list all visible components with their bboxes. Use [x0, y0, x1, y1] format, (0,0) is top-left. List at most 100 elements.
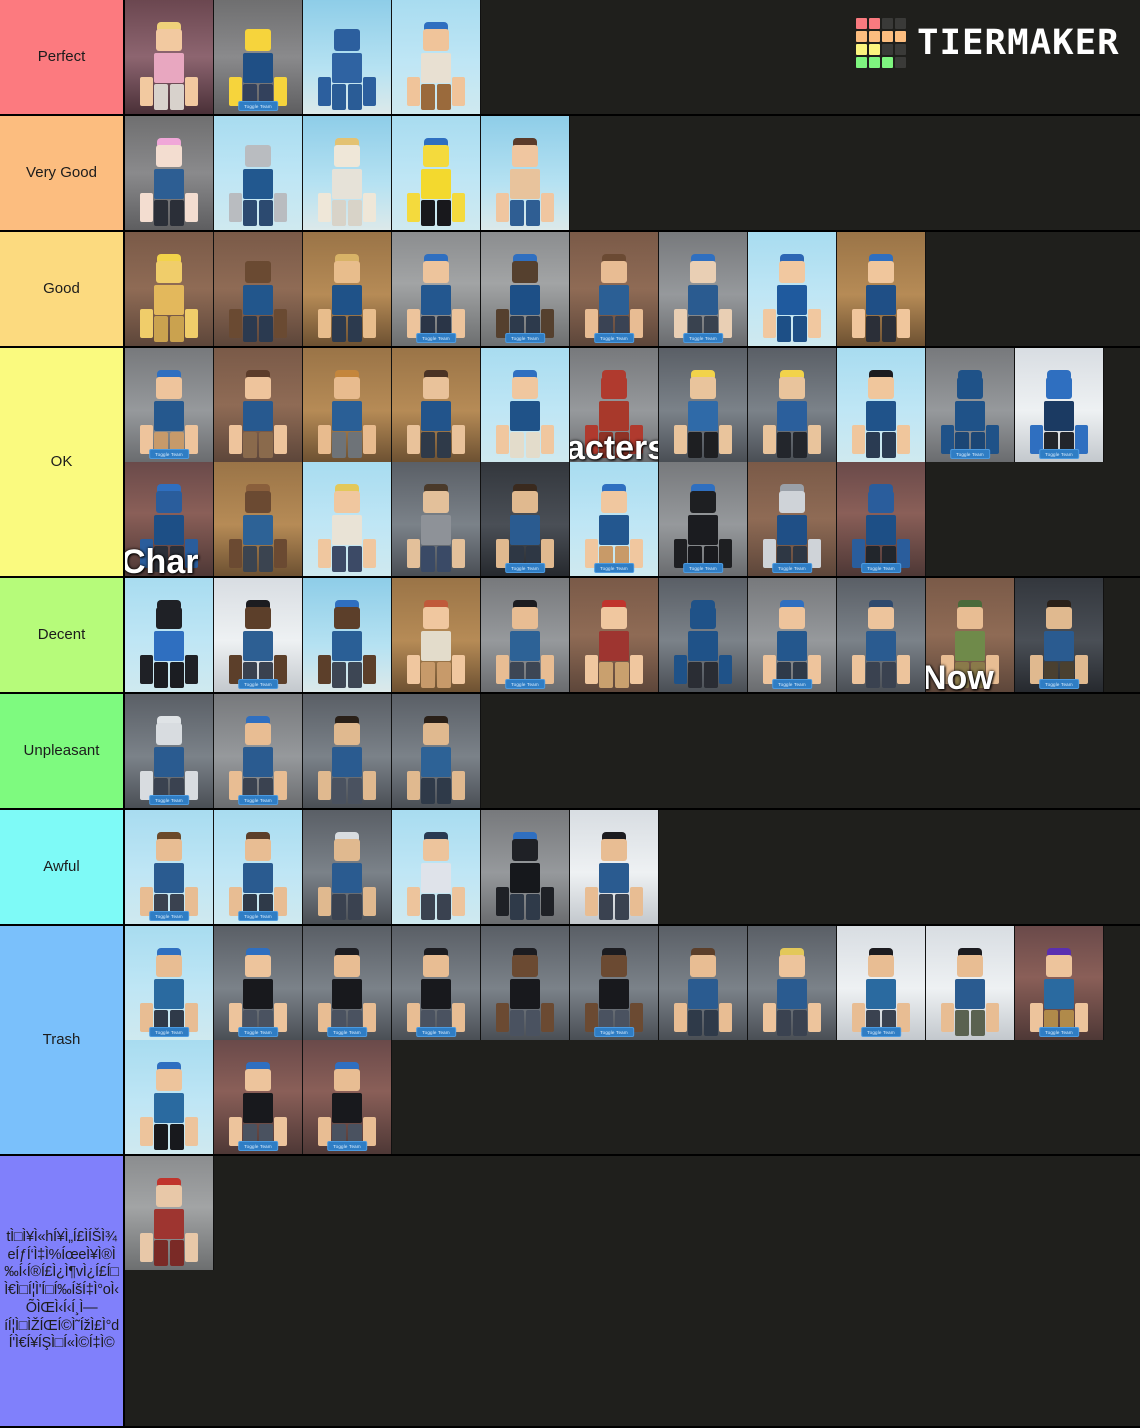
toggle-team-button[interactable]: Toggle Team	[149, 795, 189, 805]
toggle-team-button[interactable]: Toggle Team	[861, 563, 901, 573]
toggle-team-button[interactable]: Toggle Team	[594, 563, 634, 573]
tier-item-thumbnail[interactable]: Toggle Team	[1015, 348, 1104, 462]
toggle-team-button[interactable]: Toggle Team	[1039, 449, 1079, 459]
tier-item-thumbnail[interactable]: Toggle Team	[837, 926, 926, 1040]
toggle-team-button[interactable]: Toggle Team	[238, 679, 278, 689]
tier-item-thumbnail[interactable]: Char	[125, 462, 214, 576]
tier-item-thumbnail[interactable]	[392, 578, 481, 692]
toggle-team-button[interactable]: Toggle Team	[505, 333, 545, 343]
tier-item-thumbnail[interactable]	[392, 694, 481, 808]
tier-item-thumbnail[interactable]: Toggle Team	[214, 0, 303, 114]
tier-item-thumbnail[interactable]: Toggle Team	[303, 1040, 392, 1154]
toggle-team-button[interactable]: Toggle Team	[149, 1027, 189, 1037]
tier-item-thumbnail[interactable]: Toggle Team	[125, 694, 214, 808]
tier-item-thumbnail[interactable]	[303, 462, 392, 576]
tier-item-thumbnail[interactable]	[303, 578, 392, 692]
toggle-team-button[interactable]: Toggle Team	[327, 1027, 367, 1037]
tier-item-thumbnail[interactable]	[481, 810, 570, 924]
tier-item-thumbnail[interactable]	[748, 348, 837, 462]
tier-item-thumbnail[interactable]: Toggle Team	[214, 810, 303, 924]
tier-item-thumbnail[interactable]	[659, 348, 748, 462]
tier-item-thumbnail[interactable]	[926, 926, 1015, 1040]
tier-item-thumbnail[interactable]	[837, 578, 926, 692]
tier-item-thumbnail[interactable]	[392, 462, 481, 576]
tier-item-thumbnail[interactable]	[748, 926, 837, 1040]
tier-label-unpleasant[interactable]: Unpleasant	[0, 694, 125, 808]
toggle-team-button[interactable]: Toggle Team	[238, 101, 278, 111]
toggle-team-button[interactable]: Toggle Team	[594, 333, 634, 343]
tier-item-thumbnail[interactable]	[125, 578, 214, 692]
toggle-team-button[interactable]: Toggle Team	[1039, 1027, 1079, 1037]
tier-item-thumbnail[interactable]: Toggle Team	[481, 232, 570, 346]
tier-item-thumbnail[interactable]: Toggle Team	[392, 926, 481, 1040]
toggle-team-button[interactable]: Toggle Team	[772, 679, 812, 689]
tier-label-very-good[interactable]: Very Good	[0, 116, 125, 230]
toggle-team-button[interactable]: Toggle Team	[327, 1141, 367, 1151]
tier-item-thumbnail[interactable]	[125, 1040, 214, 1154]
tier-item-thumbnail[interactable]	[392, 0, 481, 114]
tier-item-thumbnail[interactable]: Toggle Team	[659, 232, 748, 346]
tier-item-thumbnail[interactable]	[837, 232, 926, 346]
tier-item-thumbnail[interactable]: Toggle Team	[481, 462, 570, 576]
tier-label-perfect[interactable]: Perfect	[0, 0, 125, 114]
tier-item-thumbnail[interactable]: Toggle Team	[392, 232, 481, 346]
tier-item-thumbnail[interactable]	[303, 116, 392, 230]
tier-item-thumbnail[interactable]	[659, 926, 748, 1040]
tier-item-thumbnail[interactable]: Toggle Team	[570, 926, 659, 1040]
toggle-team-button[interactable]: Toggle Team	[505, 563, 545, 573]
toggle-team-button[interactable]: Toggle Team	[594, 1027, 634, 1037]
tier-item-thumbnail[interactable]	[392, 116, 481, 230]
toggle-team-button[interactable]: Toggle Team	[238, 1141, 278, 1151]
tier-item-thumbnail[interactable]	[303, 232, 392, 346]
toggle-team-button[interactable]: Toggle Team	[149, 449, 189, 459]
tier-item-thumbnail[interactable]: Now	[926, 578, 1015, 692]
toggle-team-button[interactable]: Toggle Team	[505, 679, 545, 689]
toggle-team-button[interactable]: Toggle Team	[683, 333, 723, 343]
toggle-team-button[interactable]: Toggle Team	[950, 449, 990, 459]
tier-item-thumbnail[interactable]: Toggle Team	[570, 462, 659, 576]
tier-label-custom[interactable]: tÌ□Ì¥Ì«hÍ¥Ì„Í£ÌÍŠÌ¾eÍƒÍ‘Ì‡Ì%ÍœeÌ¥Ì®Ì‰Í‹Í…	[0, 1156, 125, 1426]
tier-item-thumbnail[interactable]: Toggle Team	[1015, 578, 1104, 692]
tier-item-thumbnail[interactable]	[392, 810, 481, 924]
toggle-team-button[interactable]: Toggle Team	[416, 1027, 456, 1037]
tier-label-ok[interactable]: OK	[0, 348, 125, 576]
tier-item-thumbnail[interactable]	[303, 348, 392, 462]
tier-item-thumbnail[interactable]	[214, 232, 303, 346]
tier-item-thumbnail[interactable]: acters	[570, 348, 659, 462]
toggle-team-button[interactable]: Toggle Team	[772, 563, 812, 573]
tier-item-thumbnail[interactable]	[570, 810, 659, 924]
tier-item-thumbnail[interactable]: Toggle Team	[481, 578, 570, 692]
toggle-team-button[interactable]: Toggle Team	[238, 1027, 278, 1037]
tier-item-thumbnail[interactable]: Toggle Team	[214, 1040, 303, 1154]
tier-item-thumbnail[interactable]	[214, 348, 303, 462]
tier-item-thumbnail[interactable]: Toggle Team	[926, 348, 1015, 462]
tier-item-thumbnail[interactable]: Toggle Team	[1015, 926, 1104, 1040]
tier-label-trash[interactable]: Trash	[0, 926, 125, 1154]
toggle-team-button[interactable]: Toggle Team	[683, 563, 723, 573]
tier-item-thumbnail[interactable]	[481, 348, 570, 462]
tier-item-thumbnail[interactable]	[125, 232, 214, 346]
tier-item-thumbnail[interactable]: Toggle Team	[125, 810, 214, 924]
toggle-team-button[interactable]: Toggle Team	[1039, 679, 1079, 689]
tier-item-thumbnail[interactable]	[214, 116, 303, 230]
tier-item-thumbnail[interactable]	[125, 116, 214, 230]
tier-item-thumbnail[interactable]: Toggle Team	[837, 462, 926, 576]
tier-item-thumbnail[interactable]	[125, 1156, 214, 1270]
tier-item-thumbnail[interactable]: Toggle Team	[748, 462, 837, 576]
tier-item-thumbnail[interactable]	[481, 926, 570, 1040]
tier-item-thumbnail[interactable]	[481, 116, 570, 230]
toggle-team-button[interactable]: Toggle Team	[416, 333, 456, 343]
tier-item-thumbnail[interactable]	[303, 810, 392, 924]
tier-item-thumbnail[interactable]	[392, 348, 481, 462]
toggle-team-button[interactable]: Toggle Team	[861, 1027, 901, 1037]
tier-label-awful[interactable]: Awful	[0, 810, 125, 924]
tier-label-decent[interactable]: Decent	[0, 578, 125, 692]
tier-item-thumbnail[interactable]	[125, 0, 214, 114]
tier-item-thumbnail[interactable]	[303, 694, 392, 808]
tier-item-thumbnail[interactable]: Toggle Team	[214, 926, 303, 1040]
tier-item-thumbnail[interactable]: Toggle Team	[125, 926, 214, 1040]
tier-item-thumbnail[interactable]: Toggle Team	[214, 694, 303, 808]
tier-item-thumbnail[interactable]	[570, 578, 659, 692]
tier-item-thumbnail[interactable]: Toggle Team	[125, 348, 214, 462]
tier-item-thumbnail[interactable]	[214, 462, 303, 576]
